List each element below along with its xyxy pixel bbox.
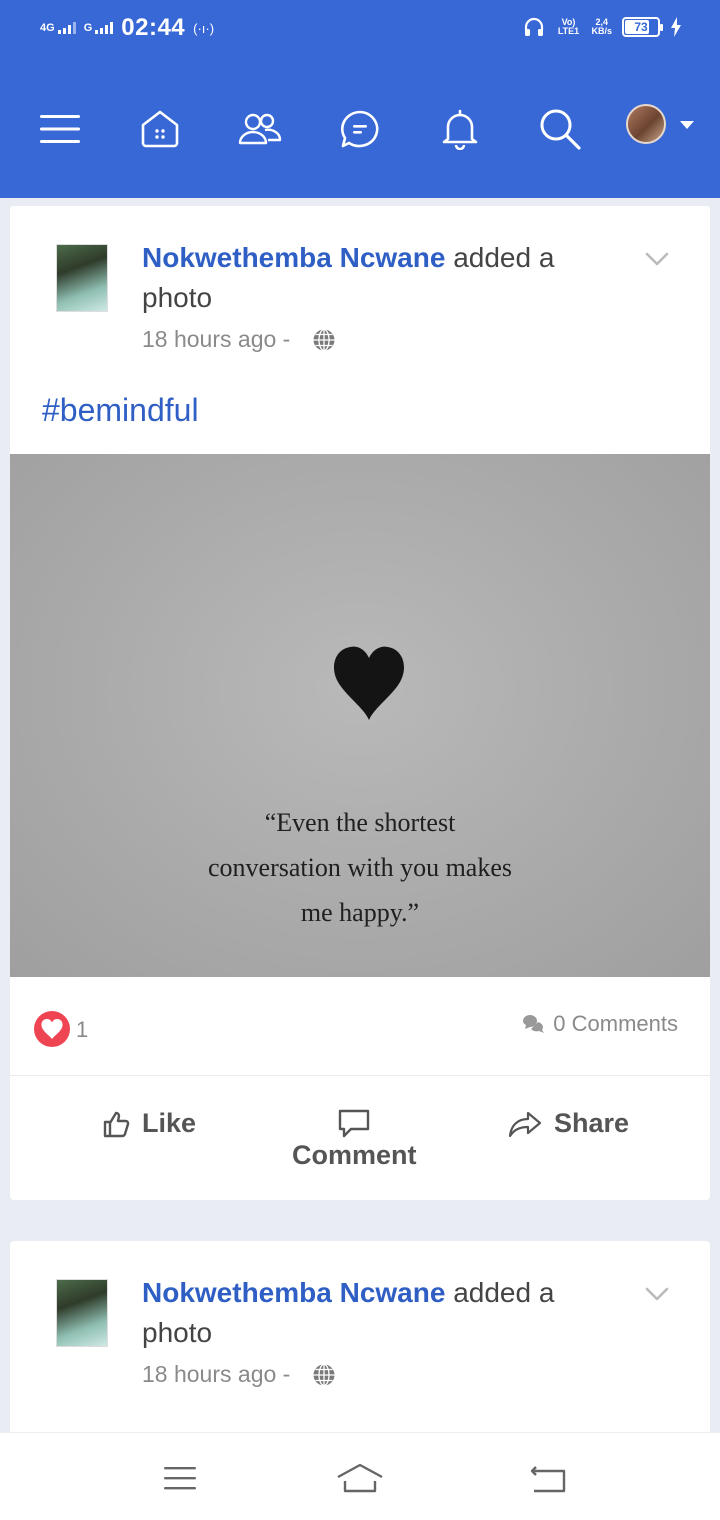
battery-level: 73	[634, 20, 648, 34]
comment-label: Comment	[292, 1140, 417, 1170]
system-nav-bar	[0, 1432, 720, 1520]
post-header: Nokwethemba Ncwane added a photo	[142, 1273, 612, 1353]
photo-quote: “Even the shortest conversation with you…	[10, 800, 710, 935]
battery-icon: 73	[622, 17, 663, 37]
volte-label: Vo) LTE1	[557, 17, 580, 36]
author-name[interactable]: Nokwethemba Ncwane	[142, 1277, 445, 1308]
post-meta: 18 hours ago -	[142, 1361, 336, 1388]
quote-line: me happy.”	[300, 898, 420, 927]
status-left: 4G G 02:44 (·ı·)	[40, 14, 214, 42]
chevron-down-icon[interactable]	[680, 121, 694, 129]
share-arrow-icon	[508, 1111, 542, 1137]
love-reaction-icon[interactable]	[34, 1011, 70, 1047]
home-system-icon[interactable]	[336, 1461, 384, 1495]
like-button[interactable]: Like	[102, 1108, 196, 1139]
signal-4g: 4G	[40, 22, 76, 34]
share-label: Share	[554, 1108, 630, 1138]
thumbs-up-icon	[103, 1111, 130, 1137]
notifications-icon[interactable]	[437, 106, 483, 152]
post-options-chevron-icon[interactable]	[644, 250, 670, 268]
post-photo[interactable]: “Even the shortest conversation with you…	[10, 454, 710, 977]
signal-bars-icon	[57, 22, 76, 34]
comments-label: 0 Comments	[553, 1011, 678, 1036]
post-time[interactable]: 18 hours ago -	[142, 1361, 290, 1388]
profile-avatar[interactable]	[626, 104, 666, 144]
hashtag-link[interactable]: #bemindful	[42, 392, 199, 429]
signal-bars-icon	[95, 22, 114, 34]
comments-icon	[523, 1015, 545, 1033]
comment-bubble-icon	[339, 1109, 370, 1138]
clock: 02:44	[121, 14, 186, 41]
post-card: Nokwethemba Ncwane added a photo 18 hour…	[10, 206, 710, 1200]
heart-illustration	[334, 646, 404, 720]
net-speed: 2,4 KB/s	[591, 18, 612, 36]
quote-line: conversation with you makes	[208, 853, 512, 882]
app-header	[0, 58, 720, 198]
net-speed-unit: KB/s	[591, 26, 612, 36]
charging-icon	[671, 17, 681, 37]
network-label: G	[83, 22, 93, 34]
globe-icon	[313, 1363, 335, 1386]
like-label: Like	[142, 1108, 197, 1138]
headphones-icon	[525, 17, 544, 36]
globe-icon	[313, 328, 335, 351]
comments-count[interactable]: 0 Comments	[521, 1011, 678, 1037]
post-time[interactable]: 18 hours ago -	[142, 326, 290, 353]
quote-line: “Even the shortest	[264, 808, 456, 837]
post-options-chevron-icon[interactable]	[644, 1285, 670, 1303]
network-label: 4G	[40, 22, 55, 34]
post-header: Nokwethemba Ncwane added a photo	[142, 238, 612, 318]
home-icon[interactable]	[137, 106, 183, 152]
search-icon[interactable]	[537, 106, 583, 152]
friends-icon[interactable]	[237, 106, 283, 152]
author-avatar[interactable]	[56, 244, 108, 312]
hotspot-icon: (·ı·)	[193, 20, 215, 36]
status-right: Vo) LTE1 2,4 KB/s 73	[523, 16, 682, 38]
author-name[interactable]: Nokwethemba Ncwane	[142, 242, 445, 273]
comment-button[interactable]: Comment	[292, 1108, 417, 1171]
messages-icon[interactable]	[337, 106, 383, 152]
status-bar: 4G G 02:44 (·ı·) Vo) LTE1 2,4 KB/s 73	[0, 0, 720, 58]
post-meta: 18 hours ago -	[142, 326, 336, 353]
author-avatar[interactable]	[56, 1279, 108, 1347]
recent-apps-icon[interactable]	[160, 1461, 200, 1495]
share-button[interactable]: Share	[508, 1108, 629, 1139]
signal-g: G	[84, 22, 114, 34]
reaction-count[interactable]: 1	[76, 1017, 88, 1043]
post-actions: Like Comment Share	[10, 1076, 710, 1200]
back-icon[interactable]	[528, 1461, 568, 1495]
menu-icon[interactable]	[37, 106, 83, 152]
reactions-row: 1 0 Comments	[10, 977, 710, 1076]
